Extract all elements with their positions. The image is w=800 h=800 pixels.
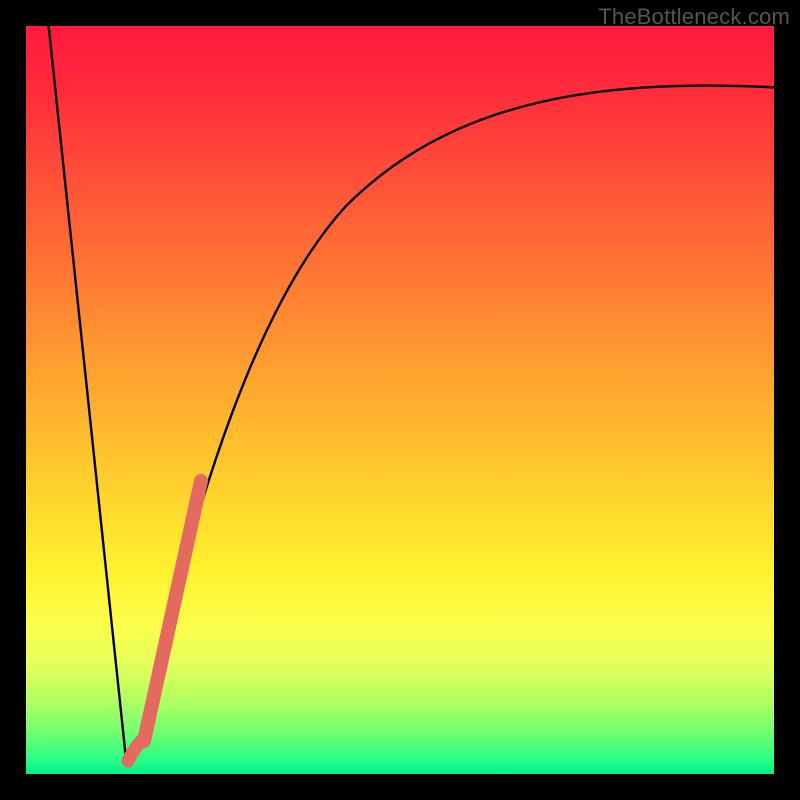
curve-left-descent — [48, 20, 126, 759]
chart-frame: TheBottleneck.com — [0, 0, 800, 800]
curve-right-rise — [136, 86, 786, 756]
marker-hook — [128, 738, 144, 761]
watermark-text: TheBottleneck.com — [598, 4, 790, 30]
chart-svg — [26, 26, 774, 774]
marker-segment — [144, 481, 201, 741]
